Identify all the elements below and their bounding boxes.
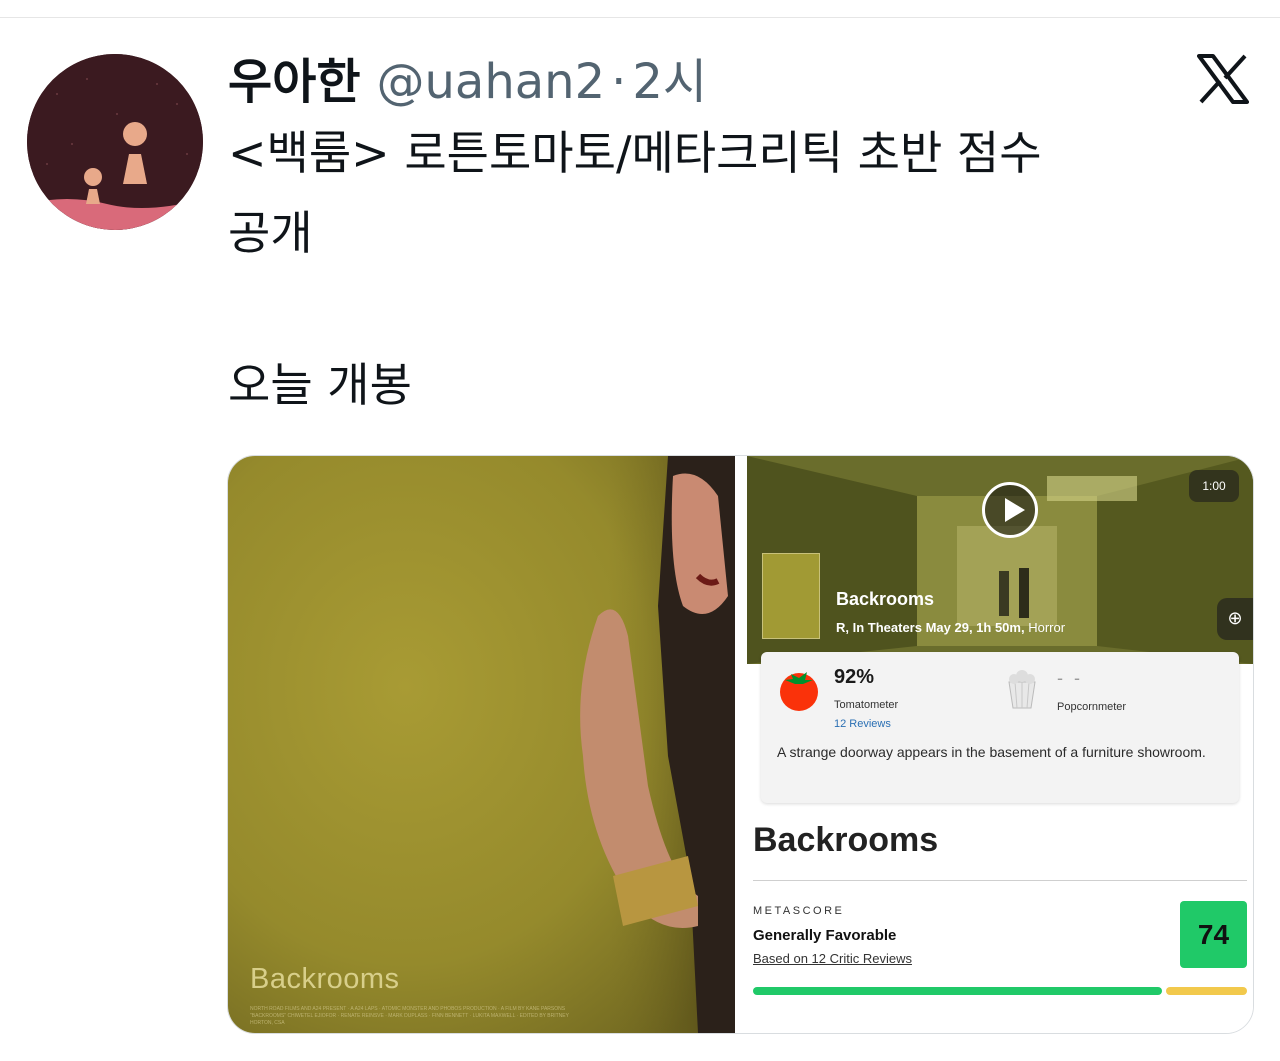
tweet-text-line3: 오늘 개봉 xyxy=(228,358,412,412)
poster-image[interactable]: Backrooms NORTH ROAD FILMS AND A24 PRESE… xyxy=(228,456,735,1033)
poster-credits: NORTH ROAD FILMS AND A24 PRESENT · A A24… xyxy=(250,1006,569,1026)
critic-reviews-link[interactable]: Based on 12 Critic Reviews xyxy=(753,951,912,966)
score-distribution-mixed xyxy=(1166,987,1247,995)
popcornmeter-label: Popcornmeter xyxy=(1057,701,1127,713)
tomato-icon xyxy=(780,672,818,711)
author-name[interactable]: 우아한 xyxy=(228,42,360,112)
trailer-movie-meta: R, In Theaters May 29, 1h 50m, Horror xyxy=(836,620,1065,635)
play-icon[interactable] xyxy=(982,482,1038,538)
media-grid: Backrooms NORTH ROAD FILMS AND A24 PRESE… xyxy=(227,455,1254,1034)
metascore-badge: 74 xyxy=(1180,901,1247,968)
separator-dot: · xyxy=(611,54,627,110)
plus-circle-icon[interactable]: ⊕ xyxy=(1217,598,1253,640)
score-distribution-positive xyxy=(753,987,1162,995)
tweet-text-line2: 공개 xyxy=(228,206,313,260)
popcorn-icon xyxy=(1008,670,1036,709)
tweet-text-line1: <백룸> 로튼토마토/메타크리틱 초반 점수 xyxy=(228,126,1042,180)
timestamp[interactable]: 2시 xyxy=(632,42,707,112)
trailer-movie-title: Backrooms xyxy=(836,589,935,609)
poster-title: Backrooms xyxy=(250,963,400,995)
top-divider xyxy=(0,17,1280,18)
score-screenshot[interactable]: 1:00 Backrooms R, In Theaters May 29, 1h… xyxy=(747,456,1253,1033)
movie-rating-release: R, In Theaters May 29, 1h 50m, xyxy=(836,620,1025,635)
tomatometer-reviews-link[interactable]: 12 Reviews xyxy=(834,718,891,730)
video-duration: 1:00 xyxy=(1189,470,1239,502)
rotten-tomatoes-card: 92% Tomatometer 12 Reviews - - Popcornme… xyxy=(761,652,1239,803)
metascore-label: METASCORE xyxy=(753,905,845,917)
metascore-verdict: Generally Favorable xyxy=(753,927,897,944)
avatar[interactable] xyxy=(27,54,203,230)
x-logo-icon xyxy=(1197,54,1249,104)
movie-synopsis: A strange doorway appears in the basemen… xyxy=(777,744,1206,760)
tomatometer-score: 92% xyxy=(834,666,875,688)
trailer-panel[interactable]: 1:00 Backrooms R, In Theaters May 29, 1h… xyxy=(747,456,1253,664)
author-handle[interactable]: @uahan2 xyxy=(376,54,605,110)
movie-genre: Horror xyxy=(1028,620,1066,635)
poster-thumbnail[interactable] xyxy=(762,553,820,639)
popcornmeter-score: - - xyxy=(1057,668,1083,688)
tweet-header: 우아한 @uahan2 · 2시 xyxy=(228,42,707,112)
metacritic-divider xyxy=(753,880,1247,881)
tomatometer-label: Tomatometer xyxy=(834,699,899,711)
metacritic-title: Backrooms xyxy=(753,821,939,859)
